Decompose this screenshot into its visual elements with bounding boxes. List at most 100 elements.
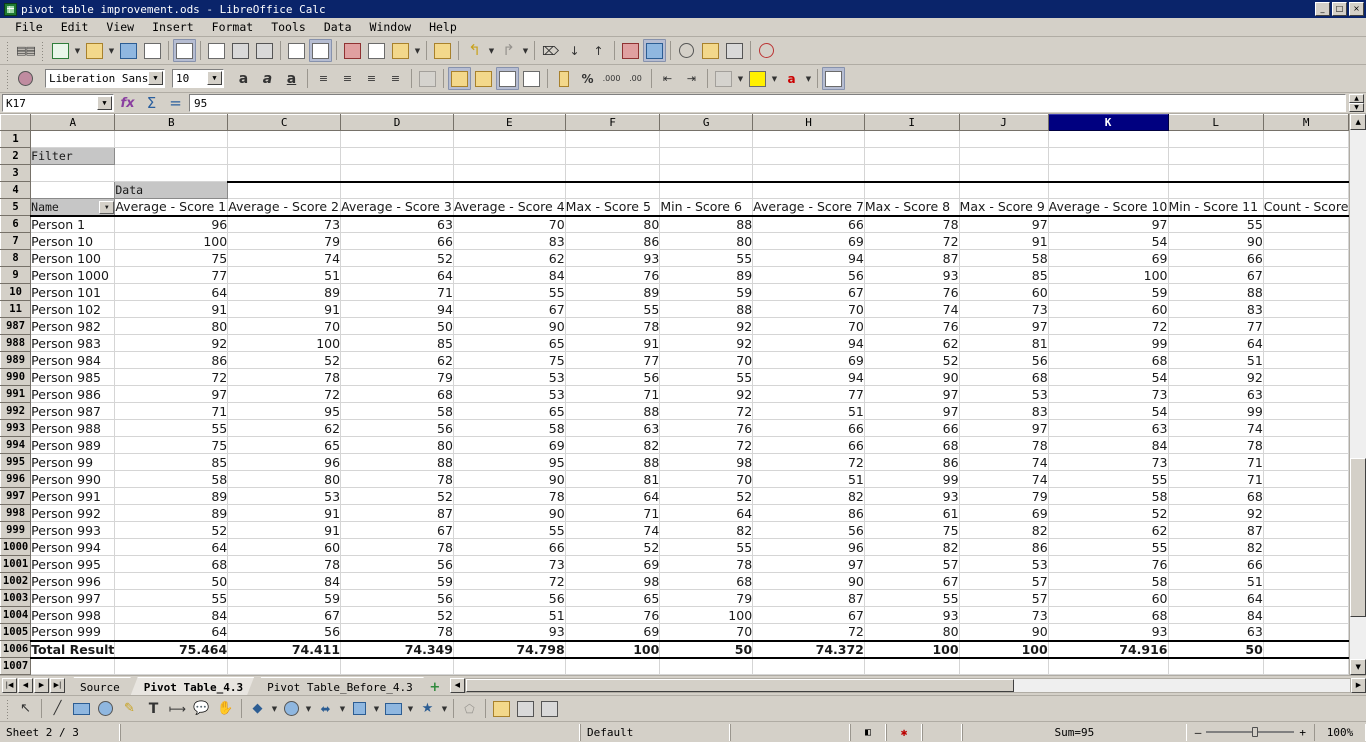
- value-cell[interactable]: 82: [864, 538, 960, 556]
- line-icon[interactable]: ╱: [46, 697, 69, 720]
- grid-cell[interactable]: [227, 180, 342, 199]
- value-cell[interactable]: 64: [659, 504, 754, 522]
- total-value-cell[interactable]: 74.411: [227, 639, 342, 659]
- value-cell[interactable]: 66: [864, 419, 960, 437]
- first-sheet-icon[interactable]: |◀: [2, 678, 17, 693]
- align-right-icon[interactable]: ≡: [360, 67, 383, 90]
- value-cell[interactable]: 86: [752, 504, 865, 522]
- value-cell[interactable]: 78: [340, 538, 454, 556]
- stars-dropdown-icon[interactable]: ▼: [440, 697, 449, 720]
- value-cell[interactable]: 83: [453, 232, 566, 250]
- total-value-cell[interactable]: [1263, 639, 1350, 659]
- column-header-I[interactable]: I: [863, 114, 960, 131]
- total-value-cell[interactable]: 74.372: [752, 639, 865, 659]
- callout-shapes-icon[interactable]: [382, 697, 405, 720]
- flowchart-dropdown-icon[interactable]: ▼: [372, 697, 381, 720]
- help-lifesaver-icon[interactable]: [755, 39, 778, 62]
- value-cell[interactable]: 88: [565, 453, 661, 471]
- value-cell[interactable]: 71: [565, 385, 661, 403]
- value-cell[interactable]: 63: [1168, 623, 1264, 641]
- value-cell[interactable]: 53: [453, 368, 566, 386]
- row-header-4[interactable]: 4: [0, 181, 32, 199]
- last-sheet-icon[interactable]: ▶|: [50, 678, 65, 693]
- value-cell[interactable]: 85: [114, 453, 229, 471]
- grid-cell[interactable]: [1168, 164, 1264, 182]
- column-header-L[interactable]: L: [1167, 114, 1264, 131]
- block-arrows-icon[interactable]: ⬌: [314, 697, 337, 720]
- print-preview-icon[interactable]: [253, 39, 276, 62]
- rotate-icon[interactable]: ⬠: [458, 697, 481, 720]
- row-header-999[interactable]: 999: [0, 521, 32, 539]
- row-label-cell[interactable]: Person 989: [30, 436, 116, 454]
- value-cell[interactable]: 72: [752, 623, 865, 641]
- background-color-icon[interactable]: [746, 67, 769, 90]
- value-cell[interactable]: [1263, 214, 1350, 233]
- value-cell[interactable]: 88: [340, 453, 454, 471]
- value-cell[interactable]: 71: [340, 283, 454, 301]
- grid-cell[interactable]: [114, 147, 229, 165]
- export-pdf-icon[interactable]: [205, 39, 228, 62]
- value-cell[interactable]: 62: [340, 351, 454, 369]
- value-cell[interactable]: 98: [659, 453, 754, 471]
- value-cell[interactable]: 64: [1168, 589, 1264, 607]
- dimension-line-icon[interactable]: ⟼: [166, 697, 189, 720]
- column-header-G[interactable]: G: [659, 114, 754, 131]
- value-cell[interactable]: 88: [659, 214, 754, 233]
- value-cell[interactable]: 52: [340, 487, 454, 505]
- select-all-corner[interactable]: [0, 114, 32, 131]
- value-cell[interactable]: 64: [114, 538, 229, 556]
- value-cell[interactable]: 72: [227, 385, 342, 403]
- grid-cell[interactable]: [1048, 657, 1169, 675]
- total-value-cell[interactable]: 100: [959, 639, 1049, 659]
- total-value-cell[interactable]: 50: [1168, 639, 1264, 659]
- row-header-1007[interactable]: 1007: [0, 657, 32, 675]
- grid-cell[interactable]: [30, 130, 116, 148]
- find-replace-icon[interactable]: ⌦: [539, 39, 562, 62]
- row-label-cell[interactable]: Person 990: [30, 470, 116, 488]
- font-color-dropdown-icon[interactable]: ▼: [804, 67, 813, 90]
- value-cell[interactable]: 64: [114, 283, 229, 301]
- value-cell[interactable]: [1263, 623, 1350, 641]
- value-cell[interactable]: 51: [227, 266, 342, 284]
- value-cell[interactable]: 72: [752, 453, 865, 471]
- row-label-cell[interactable]: Person 992: [30, 504, 116, 522]
- value-cell[interactable]: 73: [1048, 385, 1169, 403]
- flowchart-icon[interactable]: [348, 697, 371, 720]
- vertical-scrollbar[interactable]: ▲ ▼: [1349, 114, 1366, 675]
- value-cell[interactable]: 67: [752, 606, 865, 624]
- value-cell[interactable]: 80: [227, 470, 342, 488]
- value-cell[interactable]: [1263, 487, 1350, 505]
- menu-file[interactable]: File: [6, 18, 52, 36]
- fontwork-icon[interactable]: [490, 697, 513, 720]
- undo-dropdown-icon[interactable]: ▼: [487, 39, 496, 62]
- value-cell[interactable]: 75: [114, 436, 229, 454]
- value-cell[interactable]: 51: [752, 470, 865, 488]
- value-cell[interactable]: 70: [659, 351, 754, 369]
- row-header-1004[interactable]: 1004: [0, 606, 32, 624]
- value-cell[interactable]: 90: [453, 317, 566, 335]
- grid-cell[interactable]: [227, 164, 342, 182]
- grid-cell[interactable]: [227, 147, 342, 165]
- zoom-knob[interactable]: [1252, 727, 1259, 737]
- name-box-dropdown-icon[interactable]: ▼: [97, 96, 112, 110]
- borders-dropdown-icon[interactable]: ▼: [736, 67, 745, 90]
- value-cell[interactable]: 84: [227, 572, 342, 590]
- undo-icon[interactable]: ↰: [463, 39, 486, 62]
- value-cell[interactable]: 72: [453, 572, 566, 590]
- row-header-1006[interactable]: 1006: [0, 640, 32, 658]
- clone-formatting-icon[interactable]: [431, 39, 454, 62]
- value-cell[interactable]: 58: [114, 470, 229, 488]
- selection-mode-icon[interactable]: ◧: [850, 723, 886, 741]
- email-icon[interactable]: [141, 39, 164, 62]
- value-cell[interactable]: 67: [453, 300, 566, 318]
- column-field-header-7[interactable]: Average - Score 7: [752, 198, 865, 216]
- value-cell[interactable]: 76: [659, 419, 754, 437]
- value-cell[interactable]: 88: [659, 300, 754, 318]
- value-cell[interactable]: 78: [864, 214, 960, 233]
- increase-indent-icon[interactable]: ⇥: [680, 67, 703, 90]
- value-cell[interactable]: 87: [1168, 521, 1264, 539]
- value-cell[interactable]: 86: [565, 232, 661, 250]
- value-cell[interactable]: 80: [864, 623, 960, 641]
- column-field-header-10[interactable]: Average - Score 10: [1048, 198, 1169, 216]
- copy-icon[interactable]: [365, 39, 388, 62]
